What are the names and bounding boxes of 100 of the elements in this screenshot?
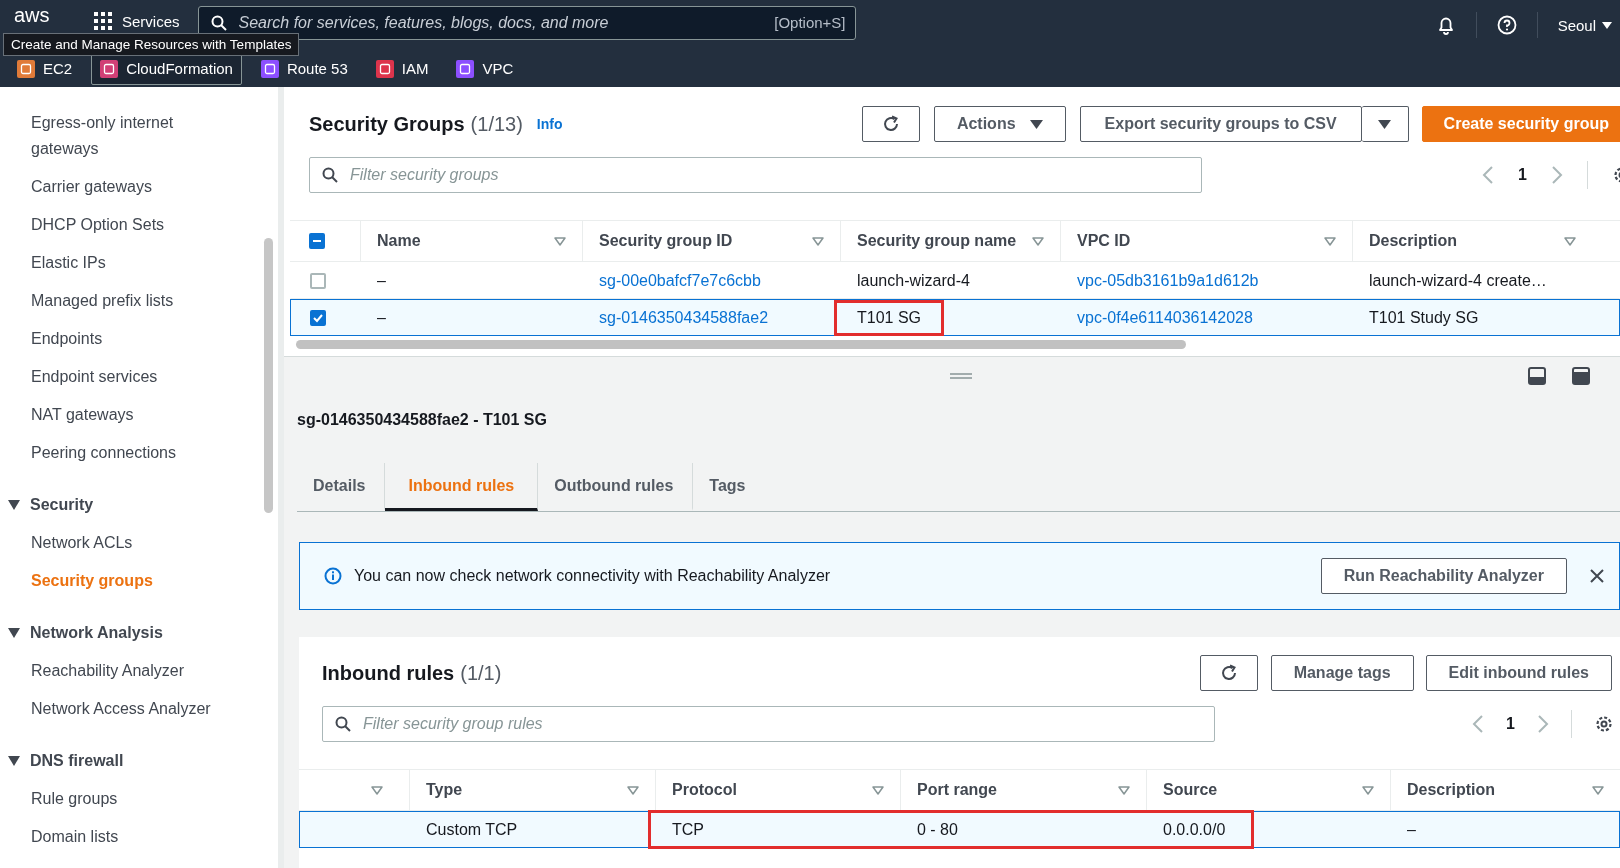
item-count: (1/1) xyxy=(460,661,502,685)
sidebar-item[interactable]: Carrier gateways xyxy=(31,168,241,206)
sort-icon[interactable] xyxy=(1032,236,1044,246)
table-cell: – xyxy=(377,309,386,327)
next-page-icon[interactable] xyxy=(1551,165,1563,185)
page-number[interactable]: 1 xyxy=(1506,715,1515,733)
column-header[interactable]: VPC ID xyxy=(1077,232,1131,250)
filter-field[interactable]: Filter security groups xyxy=(309,157,1202,193)
column-header[interactable]: Source xyxy=(1163,781,1218,799)
sidebar-item[interactable]: Network ACLs xyxy=(31,524,241,562)
sidebar-section[interactable]: Security xyxy=(8,486,94,524)
column-header[interactable]: Security group name xyxy=(857,232,1017,250)
resize-handle-icon[interactable] xyxy=(950,373,972,379)
next-page-icon[interactable] xyxy=(1537,714,1549,734)
split-view-icon[interactable] xyxy=(1528,367,1546,385)
favorite-shortcut[interactable]: VPC xyxy=(447,52,523,85)
export-button[interactable]: Export security groups to CSV xyxy=(1079,106,1362,142)
grid-icon xyxy=(94,12,112,30)
sort-icon[interactable] xyxy=(1564,236,1576,246)
sidebar-item[interactable]: Peering connections xyxy=(31,434,241,472)
search-icon xyxy=(322,167,338,183)
table-row[interactable]: – sg-0146350434588fae2 T101 SG vpc-0f4e6114036142028 T101 Study SG xyxy=(290,299,1620,336)
table-link[interactable]: sg-00e0bafcf7e7c6cbb xyxy=(599,271,761,290)
close-icon[interactable] xyxy=(1589,568,1605,584)
table-link[interactable]: sg-0146350434588fae2 xyxy=(599,309,769,327)
dropdown-button[interactable] xyxy=(1361,106,1409,142)
page-number[interactable]: 1 xyxy=(1518,166,1527,184)
select-all-checkbox[interactable] xyxy=(309,233,325,249)
sidebar-item[interactable]: Managed prefix lists xyxy=(31,282,241,320)
tab[interactable]: Tags xyxy=(693,463,765,511)
sort-icon[interactable] xyxy=(872,785,884,795)
help-icon[interactable] xyxy=(1496,15,1517,35)
column-header[interactable]: Description xyxy=(1407,781,1495,799)
column-header[interactable]: Protocol xyxy=(672,781,737,799)
sidebar-item[interactable]: Elastic IPs xyxy=(31,244,241,282)
sidebar-item[interactable]: Egress-only internet gateways xyxy=(31,104,241,168)
sidebar-item[interactable]: Rule groups xyxy=(31,780,241,818)
filter-field[interactable]: Filter security group rules xyxy=(322,706,1215,742)
sidebar-item[interactable]: Reachability Analyzer xyxy=(31,652,241,690)
sort-icon[interactable] xyxy=(1592,785,1604,795)
full-view-icon[interactable] xyxy=(1572,367,1590,385)
table-link[interactable]: vpc-0f4e6114036142028 xyxy=(1077,309,1253,327)
sort-icon[interactable] xyxy=(554,236,566,246)
previous-page-icon[interactable] xyxy=(1482,165,1495,185)
caret-icon xyxy=(8,756,20,766)
edit-rules-button[interactable]: Edit inbound rules xyxy=(1425,655,1612,691)
table-row[interactable]: Custom TCP TCP 0 - 80 0.0.0.0/0 – xyxy=(299,811,1620,848)
sort-icon[interactable] xyxy=(371,785,383,795)
column-header[interactable]: Security group ID xyxy=(599,232,733,250)
sidebar-item[interactable]: Domain lists xyxy=(31,818,241,856)
refresh-button[interactable] xyxy=(861,106,920,142)
tab[interactable]: Details xyxy=(297,463,386,511)
table-cell: launch-wizard-4 create… xyxy=(1369,271,1547,290)
sort-icon[interactable] xyxy=(1324,236,1336,246)
settings-icon[interactable] xyxy=(1594,714,1614,734)
table-cell: 0 - 80 xyxy=(917,820,958,839)
sidebar-section[interactable]: Network Analysis xyxy=(8,614,163,652)
aws-logo[interactable]: aws xyxy=(14,4,70,27)
previous-page-icon[interactable] xyxy=(1472,714,1485,734)
panel-title: Inbound rules xyxy=(322,661,455,685)
table-cell: 0.0.0.0/0 xyxy=(1163,820,1226,839)
sort-icon[interactable] xyxy=(812,236,824,246)
table-cell: – xyxy=(377,271,386,290)
checkmark-icon xyxy=(313,313,323,323)
table-cell: TCP xyxy=(672,820,704,839)
info-link[interactable]: Info xyxy=(536,116,563,132)
table-cell: – xyxy=(1407,820,1416,839)
details-title: sg-0146350434588fae2 - T101 SG xyxy=(297,411,548,429)
row-checkbox[interactable] xyxy=(310,272,326,289)
sidebar-item[interactable]: Network Access Analyzer xyxy=(31,690,241,728)
caret-icon xyxy=(1029,119,1043,129)
column-header[interactable]: Name xyxy=(377,232,421,250)
info-icon xyxy=(324,567,342,585)
favorite-shortcut[interactable]: IAM xyxy=(366,52,438,85)
caret-icon xyxy=(8,628,20,638)
sidebar-item[interactable]: Endpoint services xyxy=(31,358,241,396)
sort-icon[interactable] xyxy=(1362,785,1374,795)
sidebar-item[interactable]: NAT gateways xyxy=(31,396,241,434)
scrollbar[interactable] xyxy=(264,238,273,513)
search-icon xyxy=(210,15,227,31)
refresh-button[interactable] xyxy=(1199,655,1258,691)
caret-icon xyxy=(1378,119,1392,129)
table-cell: T101 Study SG xyxy=(1369,309,1479,327)
row-checkbox[interactable] xyxy=(310,310,326,326)
sort-icon[interactable] xyxy=(627,785,639,795)
sidebar-section[interactable]: DNS firewall xyxy=(8,742,124,780)
search-icon xyxy=(335,716,351,732)
services-button[interactable]: Services xyxy=(94,12,180,30)
sidebar-item[interactable]: Endpoints xyxy=(31,320,241,358)
region-selector[interactable]: Seoul xyxy=(1557,16,1612,34)
table-link[interactable]: vpc-05db3161b9a1d612b xyxy=(1077,271,1259,290)
sort-icon[interactable] xyxy=(1118,785,1130,795)
column-header[interactable]: Port range xyxy=(917,781,997,799)
column-header[interactable]: Description xyxy=(1369,232,1457,250)
tab[interactable]: Outbound rules xyxy=(538,463,694,511)
column-header[interactable]: Type xyxy=(426,781,463,799)
manage-tags-button[interactable]: Manage tags xyxy=(1270,655,1414,691)
sidebar-item[interactable]: DHCP Option Sets xyxy=(31,206,241,244)
run-analyzer-button[interactable]: Run Reachability Analyzer xyxy=(1320,558,1567,594)
actions-button[interactable]: Actions xyxy=(933,106,1066,142)
